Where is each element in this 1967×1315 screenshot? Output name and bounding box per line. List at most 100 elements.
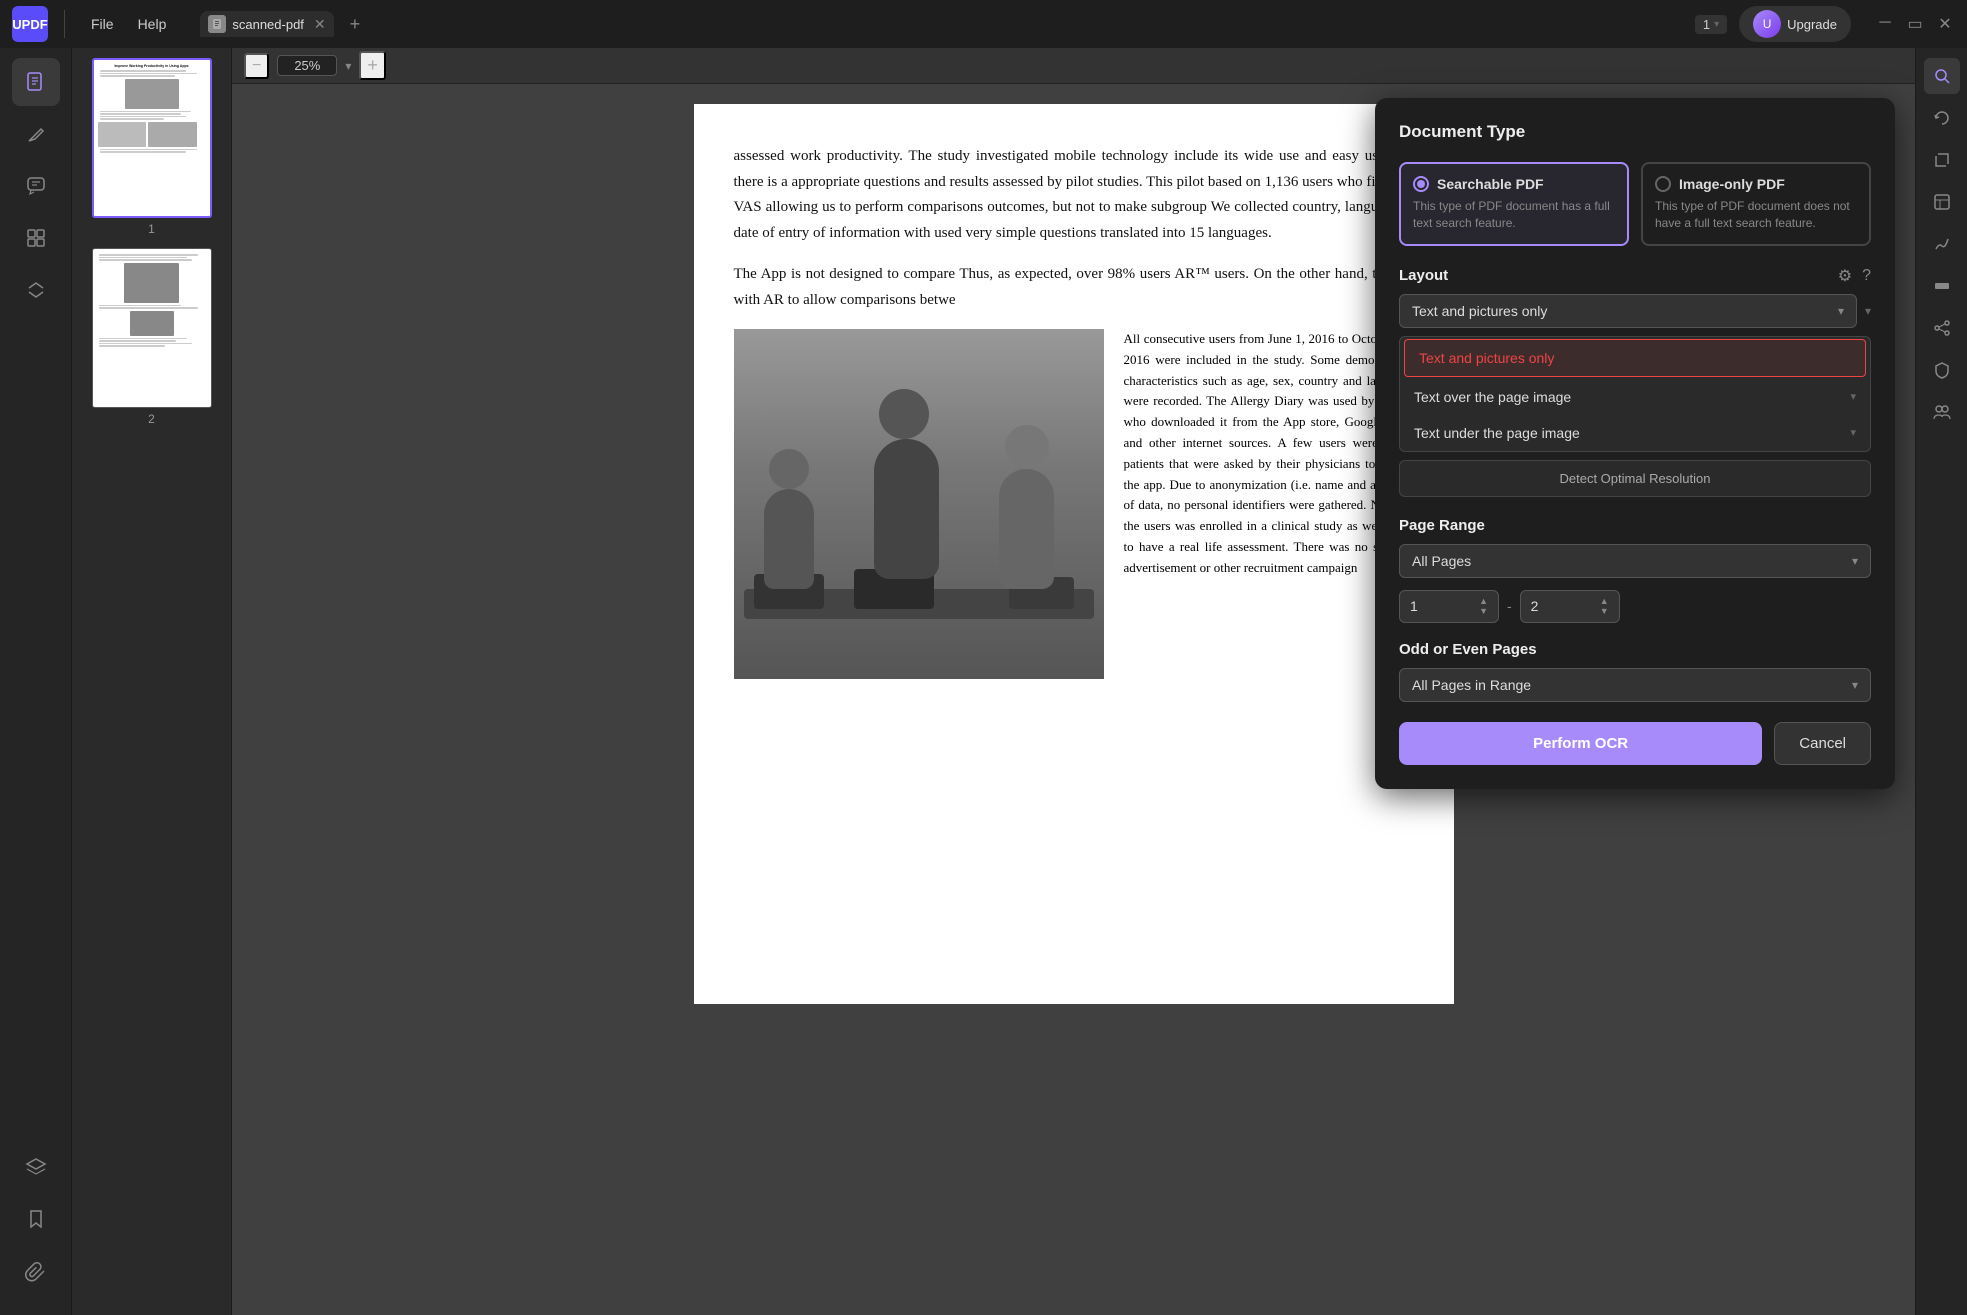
right-crop-button[interactable]	[1924, 142, 1960, 178]
searchable-pdf-header: Searchable PDF	[1413, 176, 1615, 192]
right-rotate-button[interactable]	[1924, 100, 1960, 136]
page-chevron-icon: ▾	[1714, 19, 1719, 30]
layout-option-text-pictures[interactable]: Text and pictures only	[1404, 339, 1866, 377]
perform-ocr-button[interactable]: Perform OCR	[1399, 722, 1762, 765]
layout-help-icon[interactable]: ?	[1862, 267, 1871, 285]
pdf-side-text: All consecutive users from June 1, 2016 …	[1104, 329, 1414, 679]
maximize-button[interactable]: ▭	[1905, 14, 1925, 34]
layout-dropdown[interactable]: Text and pictures only ▾	[1399, 294, 1857, 328]
close-button[interactable]: ✕	[1935, 14, 1955, 34]
page-from-input[interactable]: 1 ▲ ▼	[1399, 590, 1499, 623]
upgrade-label: Upgrade	[1787, 17, 1837, 32]
thumb-num-2: 2	[148, 412, 155, 426]
page-indicator[interactable]: 1 ▾	[1695, 15, 1727, 34]
tab-area: scanned-pdf ✕	[200, 11, 333, 37]
titlebar-menu: File Help	[81, 12, 176, 36]
page-to-input[interactable]: 2 ▲ ▼	[1520, 590, 1620, 623]
image-only-pdf-option[interactable]: Image-only PDF This type of PDF document…	[1641, 162, 1871, 246]
page-range-dropdown[interactable]: All Pages ▾	[1399, 544, 1871, 578]
page-to-up[interactable]: ▲	[1600, 597, 1609, 606]
thumb-content-1: Improve Working Productivity in Using Ap…	[94, 60, 210, 216]
page-range-value: All Pages	[1412, 553, 1471, 569]
layout-section: Layout ⚙ ? Text and pictures only ▾ ▾	[1399, 266, 1871, 497]
sidebar-item-convert[interactable]	[12, 266, 60, 314]
detect-optimal-button[interactable]: Detect Optimal Resolution	[1399, 460, 1871, 497]
menu-file[interactable]: File	[81, 12, 124, 36]
page-range-section: Page Range All Pages ▾ 1 ▲ ▼ - 2	[1399, 517, 1871, 623]
panel-title: Document Type	[1399, 122, 1871, 142]
right-protect-button[interactable]	[1924, 352, 1960, 388]
titlebar-right: 1 ▾ U Upgrade ─ ▭ ✕	[1695, 6, 1955, 42]
sidebar-item-edit[interactable]	[12, 214, 60, 262]
tab-name[interactable]: scanned-pdf	[232, 17, 304, 32]
right-sidebar	[1915, 48, 1967, 1315]
thumb-num-1: 1	[148, 222, 155, 236]
titlebar: UPDF File Help scanned-pdf ✕ + 1 ▾ U Upg…	[0, 0, 1967, 48]
page-to-value: 2	[1531, 598, 1539, 614]
content-area: − 25% ▾ + assessed work productivity. Th…	[232, 48, 1915, 1315]
zoom-out-button[interactable]: −	[244, 53, 269, 79]
right-redact-button[interactable]	[1924, 268, 1960, 304]
detect-optimal-label: Detect Optimal Resolution	[1559, 471, 1710, 486]
layout-dropdown-arrow: ▾	[1838, 304, 1844, 318]
chevron-right-icon: ▾	[1850, 390, 1856, 403]
minimize-button[interactable]: ─	[1875, 14, 1895, 34]
page-range-arrow: ▾	[1852, 554, 1858, 568]
panel-footer: Perform OCR Cancel	[1399, 722, 1871, 765]
right-watermark-button[interactable]	[1924, 184, 1960, 220]
cancel-button[interactable]: Cancel	[1774, 722, 1871, 765]
tab-add-icon[interactable]: +	[350, 14, 361, 35]
layout-extra-chevron: ▾	[1865, 304, 1871, 318]
zoom-input[interactable]: 25%	[277, 55, 337, 76]
pdf-image	[734, 329, 1104, 679]
sidebar-item-comment[interactable]	[12, 162, 60, 210]
page-from-up[interactable]: ▲	[1479, 597, 1488, 606]
tab-icon	[208, 15, 226, 33]
ocr-panel: Document Type Searchable PDF This type o…	[1375, 98, 1895, 789]
page-from-down[interactable]: ▼	[1479, 607, 1488, 616]
right-sign-button[interactable]	[1924, 226, 1960, 262]
thumbnail-image-2	[92, 248, 212, 408]
odd-even-dropdown[interactable]: All Pages in Range ▾	[1399, 668, 1871, 702]
layout-settings-icon[interactable]: ⚙	[1838, 266, 1852, 286]
zoom-chevron-icon: ▾	[345, 59, 351, 73]
layout-option-text-under[interactable]: Text under the page image ▾	[1400, 415, 1870, 451]
thumb-content-2	[93, 249, 211, 407]
logo-text: UPDF	[12, 17, 47, 32]
thumbnail-image-1: Improve Working Productivity in Using Ap…	[92, 58, 212, 218]
tab-close-icon[interactable]: ✕	[314, 16, 326, 33]
upgrade-button[interactable]: U Upgrade	[1739, 6, 1851, 42]
sidebar-item-attachment[interactable]	[12, 1247, 60, 1295]
image-only-pdf-radio	[1655, 176, 1671, 192]
page-range-label: Page Range	[1399, 517, 1871, 534]
chevron-right-2-icon: ▾	[1850, 426, 1856, 439]
toolbar: − 25% ▾ +	[232, 48, 1915, 84]
odd-even-arrow: ▾	[1852, 678, 1858, 692]
pdf-page: assessed work productivity. The study in…	[694, 104, 1454, 1004]
image-only-pdf-desc: This type of PDF document does not have …	[1655, 198, 1857, 232]
page-range-separator: -	[1507, 598, 1512, 614]
page-from-value: 1	[1410, 598, 1418, 614]
sidebar-item-bookmark[interactable]	[12, 1195, 60, 1243]
radio-inner	[1417, 180, 1425, 188]
menu-help[interactable]: Help	[128, 12, 177, 36]
thumbnail-1[interactable]: Improve Working Productivity in Using Ap…	[92, 58, 212, 236]
searchable-pdf-label: Searchable PDF	[1437, 176, 1544, 192]
thumbnail-2[interactable]: 2	[92, 248, 212, 426]
searchable-pdf-radio	[1413, 176, 1429, 192]
searchable-pdf-option[interactable]: Searchable PDF This type of PDF document…	[1399, 162, 1629, 246]
layout-dropdown-value: Text and pictures only	[1412, 303, 1547, 319]
right-collab-button[interactable]	[1924, 394, 1960, 430]
pdf-image-section: All consecutive users from June 1, 2016 …	[734, 329, 1414, 679]
sidebar-item-layers[interactable]	[12, 1143, 60, 1191]
searchable-pdf-desc: This type of PDF document has a full tex…	[1413, 198, 1615, 232]
page-to-down[interactable]: ▼	[1600, 607, 1609, 616]
sidebar-item-annotate[interactable]	[12, 110, 60, 158]
right-share-button[interactable]	[1924, 310, 1960, 346]
sidebar-item-document[interactable]	[12, 58, 60, 106]
zoom-in-button[interactable]: +	[359, 51, 386, 80]
pdf-text-content: assessed work productivity. The study in…	[734, 144, 1414, 313]
page-from-spinners: ▲ ▼	[1479, 597, 1488, 616]
layout-option-text-over[interactable]: Text over the page image ▾	[1400, 379, 1870, 415]
right-search-button[interactable]	[1924, 58, 1960, 94]
